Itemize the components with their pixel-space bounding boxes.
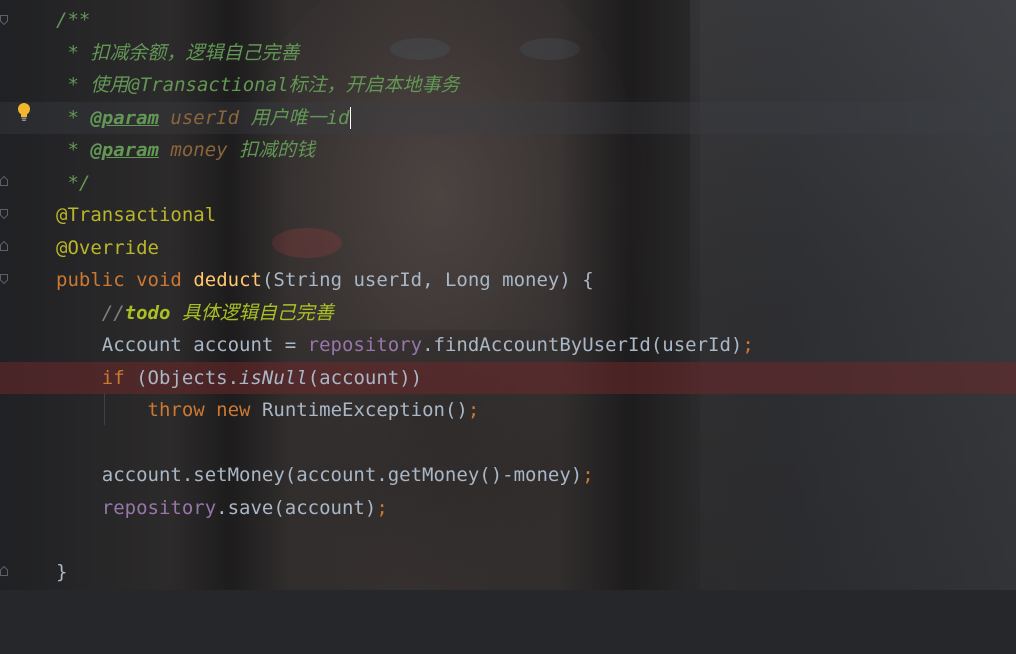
lightbulb-icon[interactable] xyxy=(16,102,32,122)
todo-keyword: todo xyxy=(124,301,171,324)
code-line[interactable]: */ xyxy=(0,167,1016,200)
annotation: @Override xyxy=(56,236,159,259)
javadoc-param-tag: @param xyxy=(90,106,159,129)
annotation: @Transactional xyxy=(56,204,217,226)
statement: Account account = xyxy=(101,334,308,356)
doc-comment-open: /** xyxy=(56,9,91,31)
code-line[interactable]: * 扣减余额，逻辑自己完善 xyxy=(0,37,1016,70)
fold-marker-icon[interactable] xyxy=(0,209,8,219)
code-line[interactable]: Account account = repository.findAccount… xyxy=(0,329,1016,362)
statement: account.setMoney(account.getMoney()-mone… xyxy=(101,464,583,486)
semicolon: ; xyxy=(376,496,388,519)
doc-comment-text: 扣减余额，逻辑自己完善 xyxy=(90,41,300,64)
doc-comment-star: * xyxy=(56,106,91,129)
closing-brace: } xyxy=(56,561,68,583)
statement: RuntimeException() xyxy=(250,399,468,421)
javadoc-param-name: userId xyxy=(170,106,240,129)
method-call: .findAccountByUserId(userId) xyxy=(422,334,743,356)
code-line[interactable]: @Override xyxy=(0,232,1016,265)
fold-marker-icon[interactable] xyxy=(0,176,8,186)
field-reference: repository xyxy=(307,334,423,356)
semicolon: ; xyxy=(582,464,594,486)
doc-comment-star: * xyxy=(56,139,91,161)
javadoc-param-description: 用户唯一id xyxy=(250,106,350,129)
fold-marker-icon[interactable] xyxy=(0,566,8,576)
semicolon: ; xyxy=(742,334,754,356)
keyword: throw xyxy=(147,399,205,421)
javadoc-param-description: 扣减的钱 xyxy=(239,139,316,161)
code-editor[interactable]: /** * 扣减余额，逻辑自己完善 * 使用@Transactional标注，开… xyxy=(0,0,1016,590)
keyword: void xyxy=(136,269,182,291)
code-line[interactable]: throw new RuntimeException(); xyxy=(0,394,1016,427)
static-method-call: isNull xyxy=(239,366,308,389)
editor-gutter[interactable] xyxy=(0,0,40,590)
fold-marker-icon[interactable] xyxy=(0,241,8,251)
method-name: deduct xyxy=(193,269,262,291)
code-line[interactable]: * @param money 扣减的钱 xyxy=(0,134,1016,167)
todo-text: 具体逻辑自己完善 xyxy=(170,301,334,324)
statement: (account)) xyxy=(307,366,423,389)
text-caret xyxy=(350,107,352,129)
method-params: (String userId, Long money) { xyxy=(261,269,594,291)
code-line[interactable]: } xyxy=(0,556,1016,589)
code-line[interactable]: repository.save(account); xyxy=(0,492,1016,525)
fold-marker-icon[interactable] xyxy=(0,15,8,25)
keyword: if xyxy=(101,366,125,389)
line-comment-marker: // xyxy=(101,301,125,324)
code-line-current[interactable]: * @param userId 用户唯一id xyxy=(0,101,1016,134)
code-line[interactable]: public void deduct(String userId, Long m… xyxy=(0,264,1016,297)
code-line[interactable]: * 使用@Transactional标注，开启本地事务 xyxy=(0,69,1016,102)
keyword: new xyxy=(216,399,251,421)
semicolon: ; xyxy=(467,399,480,421)
javadoc-param-tag: @param xyxy=(90,139,159,161)
statement: (Objects. xyxy=(124,366,240,389)
doc-comment-star: * xyxy=(56,41,91,64)
doc-comment-text: 使用@Transactional标注，开启本地事务 xyxy=(90,74,460,96)
code-line[interactable]: /** xyxy=(0,4,1016,37)
doc-comment-star: * xyxy=(56,74,91,96)
method-call: .save(account) xyxy=(216,496,377,519)
fold-marker-icon[interactable] xyxy=(0,274,8,284)
code-line[interactable]: @Transactional xyxy=(0,199,1016,232)
keyword: public xyxy=(56,269,125,291)
doc-comment-close: */ xyxy=(56,171,91,194)
code-line-error-highlight[interactable]: if (Objects.isNull(account)) xyxy=(0,361,1016,394)
field-reference: repository xyxy=(101,496,217,519)
code-line[interactable]: //todo 具体逻辑自己完善 xyxy=(0,297,1016,330)
code-line[interactable]: account.setMoney(account.getMoney()-mone… xyxy=(0,459,1016,492)
javadoc-param-name: money xyxy=(170,139,228,161)
